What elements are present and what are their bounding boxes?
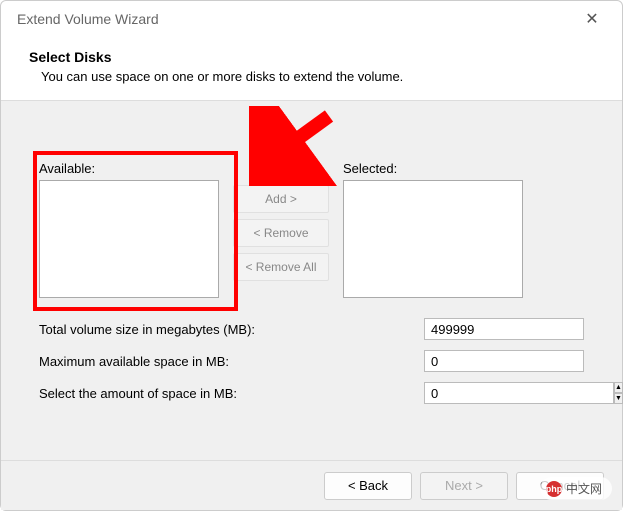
select-space-spinner: ▲ ▼	[424, 382, 584, 404]
transfer-buttons: Add > < Remove < Remove All	[233, 161, 329, 298]
add-button[interactable]: Add >	[233, 185, 329, 213]
wizard-footer: < Back Next > Cancel	[1, 460, 622, 510]
wizard-window: Extend Volume Wizard ✕ Select Disks You …	[0, 0, 623, 511]
selected-column: Selected:	[343, 161, 523, 298]
select-space-input[interactable]	[424, 382, 614, 404]
available-label: Available:	[39, 161, 219, 176]
select-space-row: Select the amount of space in MB: ▲ ▼	[39, 382, 584, 404]
total-size-label: Total volume size in megabytes (MB):	[39, 322, 255, 337]
window-title: Extend Volume Wizard	[17, 11, 159, 27]
max-space-row: Maximum available space in MB: 0	[39, 350, 584, 372]
titlebar: Extend Volume Wizard ✕	[1, 1, 622, 37]
page-title: Select Disks	[29, 49, 594, 65]
spinner-buttons: ▲ ▼	[614, 382, 623, 404]
available-column: Available:	[39, 161, 219, 298]
spin-up-button[interactable]: ▲	[614, 382, 623, 393]
remove-all-button[interactable]: < Remove All	[233, 253, 329, 281]
disk-selection-panel: Available: Add > < Remove < Remove All S…	[39, 161, 584, 298]
selected-label: Selected:	[343, 161, 523, 176]
select-space-label: Select the amount of space in MB:	[39, 386, 237, 401]
available-listbox[interactable]	[39, 180, 219, 298]
back-button[interactable]: < Back	[324, 472, 412, 500]
header-section: Select Disks You can use space on one or…	[1, 37, 622, 101]
spin-down-button[interactable]: ▼	[614, 393, 623, 404]
total-size-row: Total volume size in megabytes (MB): 499…	[39, 318, 584, 340]
max-space-value: 0	[424, 350, 584, 372]
selected-listbox[interactable]	[343, 180, 523, 298]
total-size-value: 499999	[424, 318, 584, 340]
next-button[interactable]: Next >	[420, 472, 508, 500]
max-space-label: Maximum available space in MB:	[39, 354, 229, 369]
content-area: Available: Add > < Remove < Remove All S…	[1, 101, 622, 460]
page-subtitle: You can use space on one or more disks t…	[29, 69, 594, 84]
cancel-button[interactable]: Cancel	[516, 472, 604, 500]
close-button[interactable]: ✕	[574, 5, 610, 33]
remove-button[interactable]: < Remove	[233, 219, 329, 247]
close-icon: ✕	[585, 9, 598, 29]
info-rows: Total volume size in megabytes (MB): 499…	[39, 318, 584, 404]
